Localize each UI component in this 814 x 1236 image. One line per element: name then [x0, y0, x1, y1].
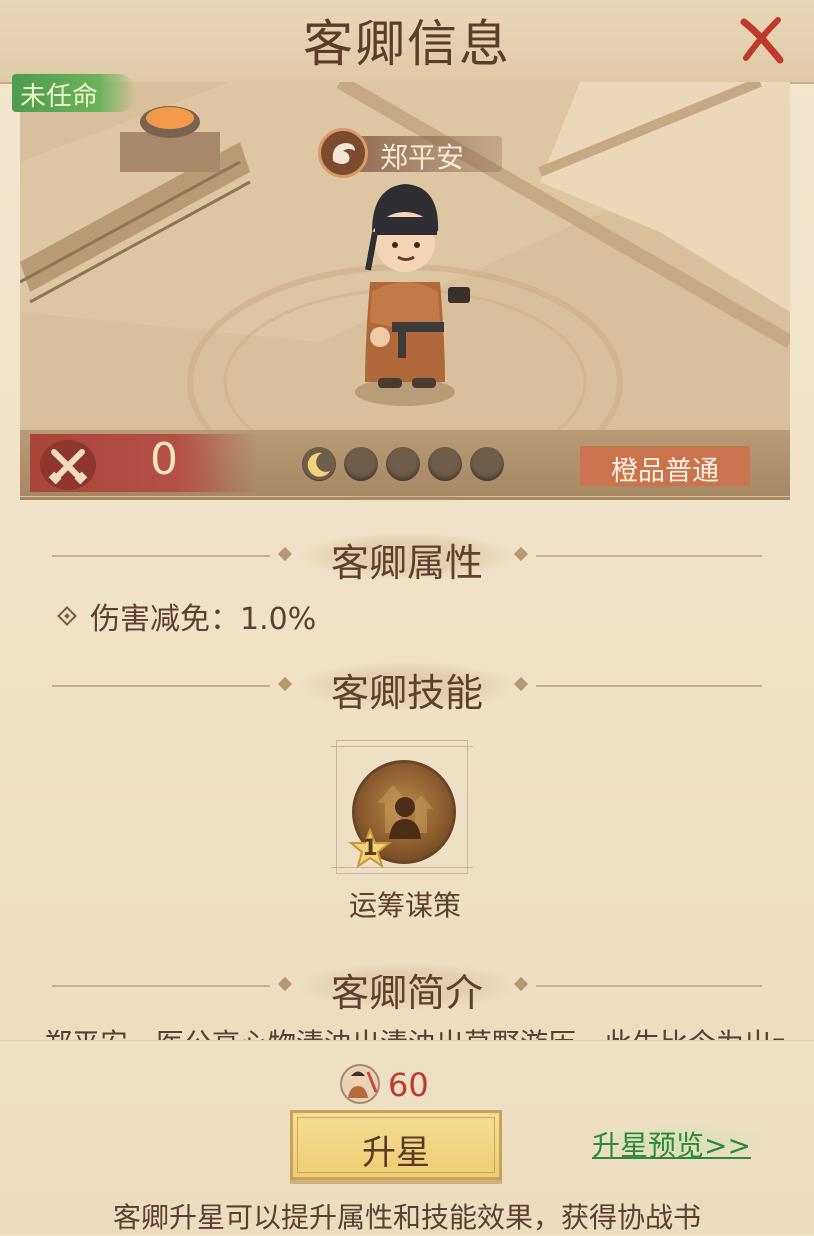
- quality-label: 橙品普通: [611, 456, 719, 487]
- section-title: 客卿属性: [330, 541, 483, 585]
- empty-star-slot-icon: [344, 447, 378, 481]
- panel-title: 客卿信息: [303, 15, 511, 73]
- empty-star-slot-icon: [386, 447, 420, 481]
- section-attributes-header: 客卿属性: [0, 526, 814, 586]
- crescent-moon-icon: [302, 447, 336, 481]
- appointment-status-tag: 未任命: [12, 74, 136, 112]
- divider-line: [536, 985, 762, 987]
- power-value: 0: [150, 434, 178, 485]
- dragon-emblem-icon: [318, 128, 368, 178]
- empty-star-slot-icon: [428, 447, 462, 481]
- divider-line: [536, 555, 762, 557]
- crossed-swords-icon: [40, 440, 96, 490]
- intro-text-line: 郑平安，医公高心物清浊出清浊出草野游历，此生比今为出士: [44, 1027, 784, 1040]
- appointment-status-label: 未任命: [20, 82, 99, 112]
- upgrade-star-label: 升星: [362, 1133, 430, 1173]
- empty-star-slot-icon: [470, 447, 504, 481]
- advisor-info-panel: 客卿信息 未任命 郑平安 0 橙品普通 客卿属性 伤害减免：1.0% 客卿技能 …: [0, 0, 814, 1235]
- cost-amount: 60: [388, 1066, 429, 1104]
- skill-level-star: 1: [348, 828, 392, 870]
- section-title: 客卿简介: [330, 971, 483, 1015]
- divider-line: [536, 685, 762, 687]
- panel-header: 客卿信息: [0, 0, 814, 84]
- close-button[interactable]: [738, 14, 786, 66]
- skill-name: 运筹谋策: [348, 889, 461, 922]
- section-skills-header: 客卿技能: [0, 656, 814, 716]
- diamond-bullet-icon: [57, 606, 77, 626]
- upgrade-star-button[interactable]: 升星: [290, 1110, 502, 1180]
- advisor-token-icon: [340, 1064, 380, 1104]
- section-title: 客卿技能: [330, 671, 483, 715]
- star-preview-link[interactable]: 升星预览>>: [592, 1124, 751, 1164]
- character-name-plate: 郑平安: [318, 128, 502, 178]
- character-name: 郑平安: [380, 141, 465, 174]
- skill-level-value: 1: [362, 836, 378, 861]
- upgrade-hint: 客卿升星可以提升属性和技能效果，获得协战书: [112, 1201, 701, 1234]
- close-icon: [740, 17, 784, 64]
- section-intro-header: 客卿简介: [0, 956, 814, 1016]
- quality-badge: 橙品普通: [580, 446, 750, 487]
- intro-text: 郑平安，医公高心物清浊出清浊出草野游历，此生比今为出士: [44, 1020, 784, 1040]
- attribute-text: 伤害减免：1.0%: [90, 602, 317, 637]
